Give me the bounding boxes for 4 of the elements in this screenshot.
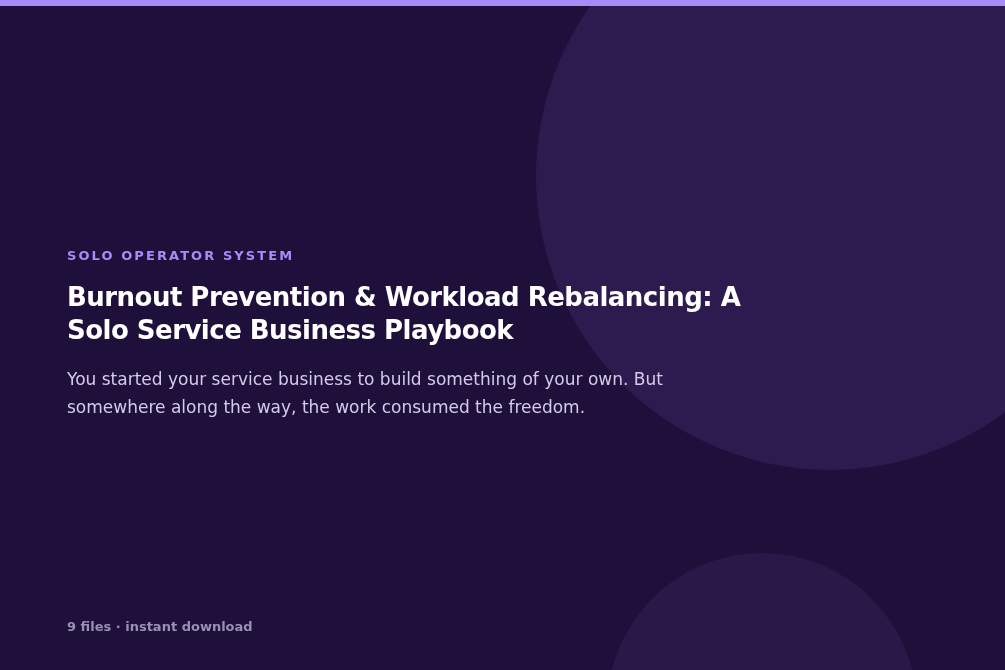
footer-text: 9 files · instant download [67,617,254,636]
eyebrow-label: SOLO OPERATOR SYSTEM [67,247,296,265]
page-title: Burnout Prevention & Workload Rebalancing: A Solo Service Business Playbook [67,281,742,347]
description: You started your service business to build something of your own. But somewhere along the way, the work consumed the freedom. [67,368,664,419]
